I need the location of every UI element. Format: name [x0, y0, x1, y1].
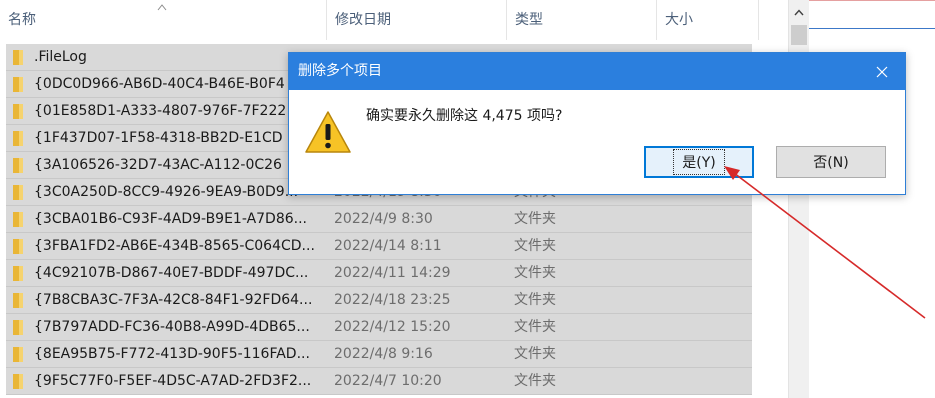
folder-icon — [13, 239, 23, 254]
column-header-date-label: 修改日期 — [335, 12, 391, 28]
column-header-type-label: 类型 — [515, 12, 543, 28]
delete-confirm-dialog: 删除多个项目 确实要永久删除这 4,475 项吗? 是(Y) 否(N) — [288, 52, 906, 195]
file-row[interactable]: {8EA95B75-F772-413D-90F5-116FAD... 2022/4… — [6, 341, 752, 368]
folder-icon — [13, 320, 23, 335]
folder-icon — [13, 347, 23, 362]
column-header-size[interactable]: 大小 — [656, 0, 758, 40]
folder-icon — [13, 77, 23, 92]
file-row[interactable]: {3FBA1FD2-AB6E-434B-8565-C064CD... 2022/4… — [6, 233, 752, 260]
right-panel-top-border — [809, 0, 935, 1]
file-modified-date: 2022/4/14 8:11 — [334, 238, 442, 254]
file-row[interactable]: {9F5C77F0-F5EF-4D5C-A7AD-2FD3F2... 2022/4… — [6, 368, 752, 395]
no-button-label: 否(N) — [813, 155, 849, 171]
file-type: 文件夹 — [514, 346, 556, 362]
file-type: 文件夹 — [514, 238, 556, 254]
dialog-title: 删除多个项目 — [298, 63, 382, 79]
file-modified-date: 2022/4/8 9:16 — [334, 346, 433, 362]
file-name: {9F5C77F0-F5EF-4D5C-A7AD-2FD3F2... — [34, 373, 312, 389]
file-name: {1F437D07-1F58-4318-BB2D-E1CD — [34, 130, 283, 146]
folder-icon — [13, 374, 23, 389]
column-header-date[interactable]: 修改日期 — [326, 0, 506, 40]
warning-icon — [305, 111, 351, 153]
file-name: {3C0A250D-8CC9-4926-9EA9-B0D9... — [34, 184, 299, 200]
file-type: 文件夹 — [514, 292, 556, 308]
folder-icon — [13, 212, 23, 227]
file-type: 文件夹 — [514, 319, 556, 335]
no-button[interactable]: 否(N) — [776, 146, 886, 178]
file-row[interactable]: {3CBA01B6-C93F-4AD9-B9E1-A7D86... 2022/4/… — [6, 206, 752, 233]
folder-icon — [13, 104, 23, 119]
close-icon — [876, 66, 888, 77]
file-name: {0DC0D966-AB6D-40C4-B46E-B0F4 — [34, 76, 285, 92]
file-name: .FileLog — [34, 49, 87, 65]
scroll-up-button[interactable] — [789, 0, 809, 24]
column-header-bar: 名称 修改日期 类型 大小 — [0, 0, 790, 40]
file-type: 文件夹 — [514, 373, 556, 389]
dialog-close-button[interactable] — [859, 53, 905, 90]
file-modified-date: 2022/4/18 23:25 — [334, 292, 451, 308]
chevron-up-icon — [794, 8, 804, 15]
dialog-message: 确实要永久删除这 4,475 项吗? — [366, 108, 563, 124]
file-name: {01E858D1-A333-4807-976F-7F222 — [34, 103, 287, 119]
yes-button[interactable]: 是(Y) — [644, 146, 754, 178]
file-name: {3A106526-32D7-43AC-A112-0C26 — [34, 157, 282, 173]
scroll-thumb[interactable] — [791, 25, 807, 45]
file-row[interactable]: {4C92107B-D867-40E7-BDDF-497DC... 2022/4/… — [6, 260, 752, 287]
file-name: {7B797ADD-FC36-40B8-A99D-4DB65... — [34, 319, 310, 335]
dialog-title-bar[interactable]: 删除多个项目 — [289, 53, 905, 90]
file-modified-date: 2022/4/9 8:30 — [334, 211, 433, 227]
folder-icon — [13, 50, 23, 65]
file-type: 文件夹 — [514, 211, 556, 227]
file-modified-date: 2022/4/7 10:20 — [334, 373, 442, 389]
file-row[interactable]: {7B797ADD-FC36-40B8-A99D-4DB65... 2022/4/… — [6, 314, 752, 341]
file-name: {4C92107B-D867-40E7-BDDF-497DC... — [34, 265, 309, 281]
column-header-name-label: 名称 — [8, 12, 36, 28]
folder-icon — [13, 185, 23, 200]
column-header-size-label: 大小 — [665, 12, 693, 28]
file-name: {3CBA01B6-C93F-4AD9-B9E1-A7D86... — [34, 211, 308, 227]
file-modified-date: 2022/4/11 14:29 — [334, 265, 451, 281]
file-name: {3FBA1FD2-AB6E-434B-8565-C064CD... — [34, 238, 315, 254]
column-header-type[interactable]: 类型 — [506, 0, 656, 40]
yes-button-label: 是(Y) — [673, 149, 725, 175]
right-panel-divider — [809, 28, 935, 29]
sort-up-icon — [157, 4, 167, 11]
file-modified-date: 2022/4/12 15:20 — [334, 319, 451, 335]
file-name: {7B8CBA3C-7F3A-42C8-84F1-92FD64... — [34, 292, 313, 308]
folder-icon — [13, 266, 23, 281]
file-name: {8EA95B75-F772-413D-90F5-116FAD... — [34, 346, 310, 362]
folder-icon — [13, 158, 23, 173]
column-header-spacer — [758, 0, 788, 40]
folder-icon — [13, 293, 23, 308]
file-row[interactable]: {7B8CBA3C-7F3A-42C8-84F1-92FD64... 2022/4… — [6, 287, 752, 314]
folder-icon — [13, 131, 23, 146]
file-type: 文件夹 — [514, 265, 556, 281]
